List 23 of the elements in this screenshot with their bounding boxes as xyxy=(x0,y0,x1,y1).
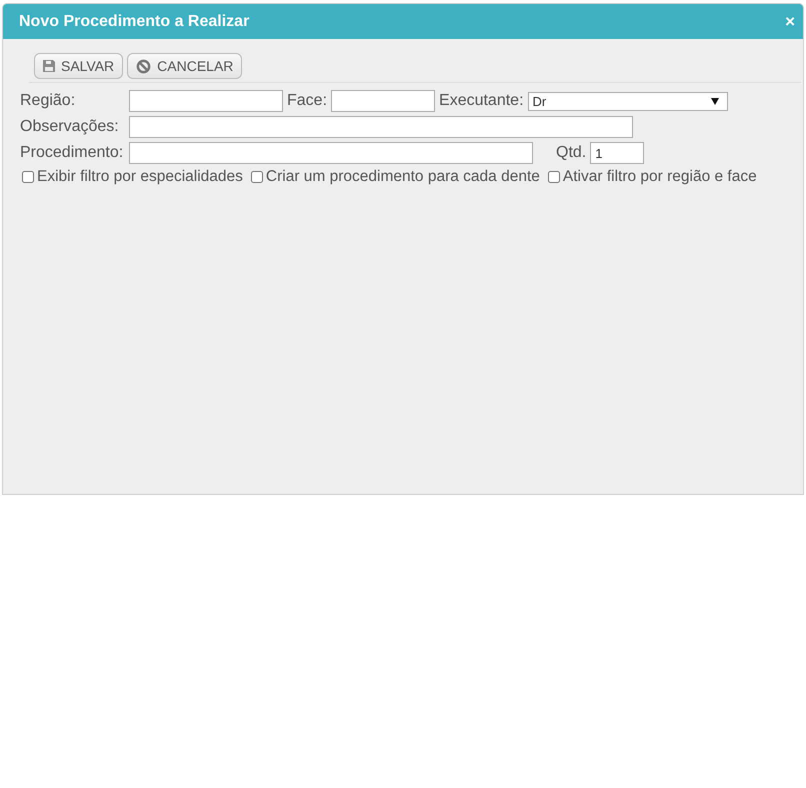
window-title: Novo Procedimento a Realizar xyxy=(19,12,250,30)
checkbox-label: Exibir filtro por especialidades xyxy=(37,168,243,186)
input-field[interactable] xyxy=(129,90,283,112)
field-label: Qtd. xyxy=(556,144,586,162)
input-field[interactable] xyxy=(129,116,633,138)
input-field[interactable] xyxy=(331,90,436,112)
checkbox[interactable] xyxy=(548,171,560,183)
field-label: Face: xyxy=(287,92,328,110)
cancel-button[interactable]: CANCELAR xyxy=(127,53,242,79)
checkbox-label: Criar um procedimento para cada dente xyxy=(266,168,540,186)
checkbox[interactable] xyxy=(250,171,263,183)
field-label: Procedimento: xyxy=(20,144,124,162)
input-field[interactable] xyxy=(129,142,533,164)
caret-icon xyxy=(710,98,719,104)
prohibited-icon xyxy=(136,58,152,74)
field-label: Observações: xyxy=(20,118,120,136)
field-label: Região: xyxy=(20,92,76,110)
dropdown[interactable]: Dr xyxy=(528,92,728,110)
field-label: Executante: xyxy=(439,92,524,110)
checkbox[interactable] xyxy=(22,171,34,183)
checkbox-label: Ativar filtro por região e face xyxy=(562,168,757,186)
save-button[interactable]: SALVAR xyxy=(34,53,124,79)
input-field[interactable]: 1 xyxy=(590,142,644,164)
